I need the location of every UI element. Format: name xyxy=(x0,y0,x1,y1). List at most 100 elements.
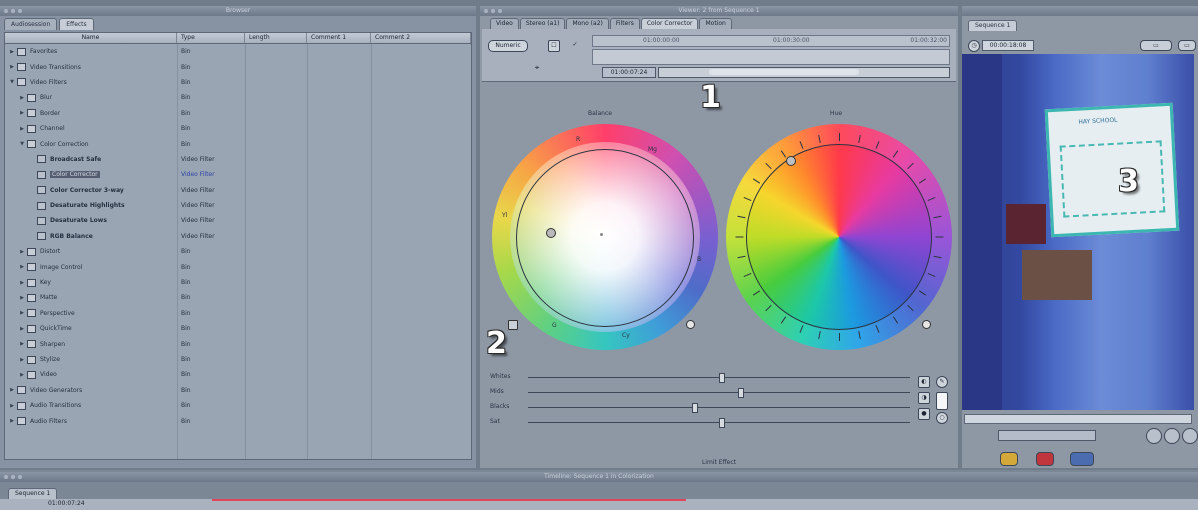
select-auto-balance-icon[interactable] xyxy=(508,320,518,330)
table-row[interactable]: ▶ Video Generators Bin xyxy=(5,383,471,398)
slider-track[interactable] xyxy=(528,407,910,408)
disclosure-closed-icon[interactable]: ▶ xyxy=(19,280,25,286)
table-row[interactable]: ▶ Video Bin xyxy=(5,367,471,382)
play-button[interactable] xyxy=(1164,428,1180,444)
tab-sequence-1[interactable]: Sequence 1 xyxy=(968,20,1018,31)
mark-out-button[interactable] xyxy=(1182,428,1198,444)
disclosure-open-icon[interactable]: ▼ xyxy=(19,141,25,147)
disclosure-closed-icon[interactable]: ▶ xyxy=(19,126,25,132)
table-row[interactable]: ▶ Stylize Bin xyxy=(5,352,471,367)
canvas-clock-icon[interactable]: ◷ xyxy=(968,40,980,52)
disclosure-closed-icon[interactable]: ▶ xyxy=(19,249,25,255)
slider-knob[interactable] xyxy=(719,418,725,428)
slider-knob[interactable] xyxy=(719,373,725,383)
tab-stereo[interactable]: Stereo (a1) xyxy=(519,18,566,29)
disclosure-closed-icon[interactable]: ▶ xyxy=(19,372,25,378)
keyframe-icon[interactable]: ⌖ xyxy=(532,63,542,73)
disclosure-closed-icon[interactable]: ▶ xyxy=(9,418,15,424)
view-popup[interactable]: ▭ xyxy=(1178,40,1196,51)
tab-mono[interactable]: Mono (a2) xyxy=(566,18,609,29)
tab-effects[interactable]: Effects xyxy=(59,18,94,30)
table-row[interactable]: ▶ Favorites Bin xyxy=(5,44,471,59)
mark-in-button[interactable] xyxy=(1146,428,1162,444)
slider-knob[interactable] xyxy=(738,388,745,398)
disclosure-closed-icon[interactable]: ▶ xyxy=(9,403,15,409)
zoom-popup[interactable]: ▭ xyxy=(1140,40,1172,51)
table-row[interactable]: Color Corrector 3-way Video Filter xyxy=(5,183,471,198)
tab-filters[interactable]: Filters xyxy=(609,18,640,29)
balance-color-wheel[interactable] xyxy=(492,124,718,350)
limit-effect-label[interactable]: Limit Effect xyxy=(480,459,958,466)
column-length[interactable]: Length xyxy=(245,33,307,43)
tab-motion[interactable]: Motion xyxy=(699,18,732,29)
column-type[interactable]: Type xyxy=(177,33,245,43)
disclosure-closed-icon[interactable]: ▶ xyxy=(19,264,25,270)
tab-audiosession[interactable]: Audiosession xyxy=(4,18,58,30)
disclosure-closed-icon[interactable]: ▶ xyxy=(19,357,25,363)
replace-edit-button[interactable] xyxy=(1070,452,1094,466)
disclosure-closed-icon[interactable]: ▶ xyxy=(9,64,15,70)
table-row[interactable]: ▶ Image Control Bin xyxy=(5,259,471,274)
shuttle-control[interactable] xyxy=(998,430,1096,441)
table-row[interactable]: ▶ Distort Bin xyxy=(5,244,471,259)
table-row[interactable]: ▶ Channel Bin xyxy=(5,121,471,136)
disclosure-closed-icon[interactable]: ▶ xyxy=(19,110,25,116)
column-name[interactable]: Name xyxy=(5,33,177,43)
canvas-timecode[interactable]: 00:00:18:08 xyxy=(982,40,1034,51)
tab-video[interactable]: Video xyxy=(490,18,519,29)
table-row[interactable]: ▶ Video Transitions Bin xyxy=(5,59,471,74)
hue-reset-button[interactable] xyxy=(922,320,931,329)
disclosure-closed-icon[interactable]: ▶ xyxy=(9,49,15,55)
match-hue-button[interactable]: ○ xyxy=(936,412,948,424)
table-row[interactable]: ▼ Color Correction Bin xyxy=(5,136,471,151)
hue-color-wheel[interactable] xyxy=(726,124,952,350)
match-color-swatch[interactable] xyxy=(936,392,948,410)
table-row[interactable]: Broadcast Safe Video Filter xyxy=(5,152,471,167)
table-row[interactable]: ▼ Video Filters Bin xyxy=(5,75,471,90)
disclosure-closed-icon[interactable]: ▶ xyxy=(19,295,25,301)
table-row[interactable]: Desaturate Highlights Video Filter xyxy=(5,198,471,213)
table-row[interactable]: ▶ Key Bin xyxy=(5,275,471,290)
auto-black-level-icon[interactable]: ● xyxy=(918,408,930,420)
current-timecode-field[interactable]: 01:00:07:24 xyxy=(602,67,656,78)
table-row[interactable]: ▶ Blur Bin xyxy=(5,90,471,105)
column-comment-2[interactable]: Comment 2 xyxy=(371,33,471,43)
numeric-button[interactable]: Numeric xyxy=(488,40,528,52)
disclosure-closed-icon[interactable]: ▶ xyxy=(19,341,25,347)
keyframe-scrubber[interactable] xyxy=(592,49,950,65)
table-row[interactable]: ▶ Border Bin xyxy=(5,106,471,121)
overwrite-edit-button[interactable] xyxy=(1036,452,1054,466)
checkmark-icon[interactable]: ✓ xyxy=(570,40,580,50)
balance-reset-button[interactable] xyxy=(686,320,695,329)
disclosure-closed-icon[interactable]: ▶ xyxy=(9,387,15,393)
table-row[interactable]: ▶ Audio Filters Bin xyxy=(5,413,471,428)
canvas-scrubber[interactable] xyxy=(964,414,1192,424)
table-row[interactable]: ▶ Perspective Bin xyxy=(5,306,471,321)
enable-checkbox[interactable]: ☐ xyxy=(548,40,560,52)
table-row[interactable]: Desaturate Lows Video Filter xyxy=(5,213,471,228)
timeline-timecode[interactable]: 01:00:07:24 xyxy=(48,500,85,507)
table-row[interactable]: RGB Balance Video Filter xyxy=(5,229,471,244)
auto-white-level-icon[interactable]: ◐ xyxy=(918,376,930,388)
disclosure-closed-icon[interactable]: ▶ xyxy=(19,326,25,332)
column-comment-1[interactable]: Comment 1 xyxy=(307,33,371,43)
slider-knob[interactable] xyxy=(692,403,699,413)
table-row[interactable]: ▶ Sharpen Bin xyxy=(5,336,471,351)
zoom-scrollbar[interactable] xyxy=(658,67,950,78)
table-row[interactable]: Color Corrector Video Filter xyxy=(5,167,471,182)
table-row[interactable]: ▶ QuickTime Bin xyxy=(5,321,471,336)
balance-handle[interactable] xyxy=(546,228,556,238)
match-hue-eyedropper-icon[interactable]: ✎ xyxy=(936,376,948,388)
disclosure-open-icon[interactable]: ▼ xyxy=(9,79,15,85)
disclosure-closed-icon[interactable]: ▶ xyxy=(19,95,25,101)
slider-track[interactable] xyxy=(528,392,910,393)
table-row[interactable]: ▶ Matte Bin xyxy=(5,290,471,305)
scrollbar-thumb[interactable] xyxy=(709,69,859,75)
hue-handle[interactable] xyxy=(786,156,796,166)
tab-color-corrector[interactable]: Color Corrector xyxy=(640,18,699,29)
disclosure-closed-icon[interactable]: ▶ xyxy=(19,310,25,316)
table-row[interactable]: ▶ Audio Transitions Bin xyxy=(5,398,471,413)
timeline-tab-sequence-1[interactable]: Sequence 1 xyxy=(8,488,58,499)
insert-edit-button[interactable] xyxy=(1000,452,1018,466)
auto-contrast-icon[interactable]: ◑ xyxy=(918,392,930,404)
